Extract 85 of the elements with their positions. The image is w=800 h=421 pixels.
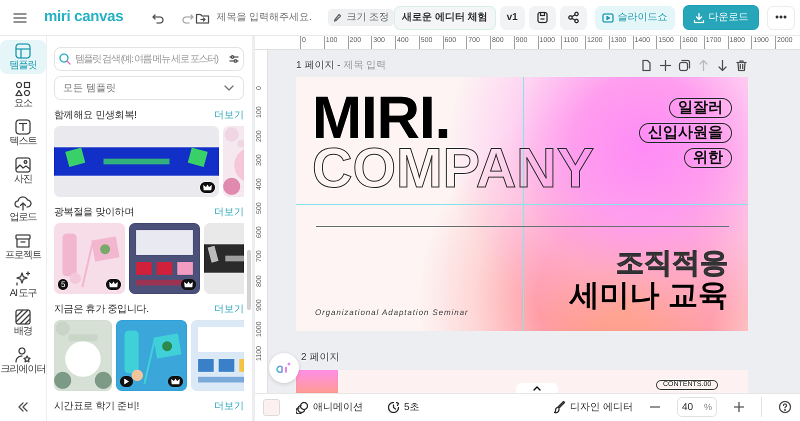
resize-button[interactable]: 크기 조정	[328, 9, 394, 26]
more-icon	[774, 15, 787, 20]
section-title: 함께해요 민생회복!	[54, 108, 137, 122]
page-number: 1 페이지 -	[296, 59, 340, 74]
share-button[interactable]	[560, 6, 587, 30]
sliders-icon	[228, 53, 240, 65]
photo-icon	[14, 156, 32, 174]
pill-text[interactable]: 위한	[684, 148, 732, 168]
sidebar-item[interactable]: 텍스트	[0, 116, 46, 150]
sidebar-item[interactable]: 크리에이터	[0, 344, 46, 378]
search-field[interactable]: 템플릿 검색 (예: 여름 메뉴 세로 포스터)	[54, 47, 244, 71]
outline-subtitle-text[interactable]: 조직적응	[616, 248, 728, 277]
timer-icon	[387, 400, 400, 414]
gradient-block	[296, 370, 338, 393]
crown-icon	[203, 184, 212, 191]
share-icon	[566, 10, 580, 24]
template-icon	[14, 42, 32, 60]
section-title: 지금은 휴가 중입니다.	[54, 302, 149, 316]
copy-icon	[678, 59, 691, 72]
arrow-down-icon	[716, 59, 729, 72]
page-number: 2 페이지	[301, 351, 340, 366]
background-icon	[14, 308, 32, 326]
arrow-up-icon	[697, 59, 710, 72]
duplicate-button[interactable]	[678, 59, 691, 72]
pill-text[interactable]: 신입사원을	[639, 122, 732, 143]
page-title: 제목 입력	[343, 59, 386, 74]
upload-icon	[14, 194, 32, 212]
pencil-icon	[333, 13, 342, 22]
project-icon	[14, 232, 32, 250]
try-new-editor-button[interactable]: 새로운 에디터 체험	[394, 6, 496, 30]
text-icon	[14, 118, 32, 136]
ai-assistant-button[interactable]	[269, 352, 299, 383]
delete-button[interactable]	[735, 59, 748, 72]
creator-icon	[14, 346, 32, 364]
caption-text[interactable]: Organizational Adaptation Seminar	[315, 306, 468, 319]
download-icon	[692, 12, 705, 24]
sidebar-item[interactable]: 프로젝트	[0, 230, 46, 264]
section-title: 광복절을 맞이하며	[54, 206, 134, 220]
zoom-field[interactable]: 40 %	[677, 397, 717, 418]
slide-canvas[interactable]: MIRI. COMPANY 일잘러 신입사원을 위한 조직적응 세미나 교육 Organizational Adaptation Seminar	[296, 76, 748, 331]
filter-button[interactable]	[228, 53, 240, 65]
chevron-up-icon	[532, 384, 542, 391]
elements-icon	[14, 80, 32, 98]
collapse-button[interactable]	[16, 401, 30, 413]
trash-icon	[735, 59, 748, 72]
sidebar-item[interactable]: AI 도구	[0, 268, 46, 302]
logo: miri canvas	[44, 7, 124, 28]
subtitle-text[interactable]: 세미나 교육	[570, 280, 728, 311]
chevron-icon	[223, 84, 235, 92]
more-button[interactable]	[766, 6, 795, 30]
add-button[interactable]	[659, 59, 672, 72]
menu-icon	[12, 10, 28, 24]
plus-icon	[733, 401, 745, 414]
move-down-button[interactable]	[716, 59, 729, 72]
crown-icon	[184, 281, 193, 288]
design-editor-button[interactable]: 디자인 에디터	[553, 400, 633, 415]
animation-icon	[296, 400, 309, 414]
page-icon	[640, 59, 653, 72]
search-icon	[58, 52, 72, 66]
animation-button[interactable]: 애니메이션	[296, 400, 363, 415]
save-button[interactable]	[528, 6, 556, 30]
crown-icon	[171, 378, 180, 385]
plus-icon	[659, 59, 672, 72]
play-icon	[602, 12, 614, 24]
menu-button[interactable]	[12, 10, 28, 24]
help-icon	[778, 400, 792, 414]
crown-icon	[109, 281, 118, 288]
sidebar-item[interactable]: 배경	[0, 306, 46, 340]
sidebar-item[interactable]: 업로드	[0, 192, 46, 226]
duration-button[interactable]: 5초	[387, 400, 420, 415]
pill-text[interactable]: 일잘러	[669, 98, 732, 118]
sidebar-item[interactable]: 요소	[0, 78, 46, 112]
ai-icon	[14, 270, 32, 288]
double-chevron-icon	[16, 401, 30, 413]
help-button[interactable]	[778, 400, 792, 414]
category-dropdown[interactable]: 모든 템플릿	[54, 76, 244, 100]
brush-icon	[553, 400, 566, 414]
version-button[interactable]: v1	[500, 6, 525, 30]
zoom-in-button[interactable]	[733, 401, 745, 414]
section-title: 시간표로 학기 준비!	[54, 400, 140, 414]
sidebar-item[interactable]: 사진	[0, 154, 46, 188]
add-page-button[interactable]	[640, 59, 653, 72]
play-icon	[123, 378, 130, 385]
save-icon	[536, 10, 549, 24]
background-color-swatch[interactable]	[263, 398, 280, 416]
